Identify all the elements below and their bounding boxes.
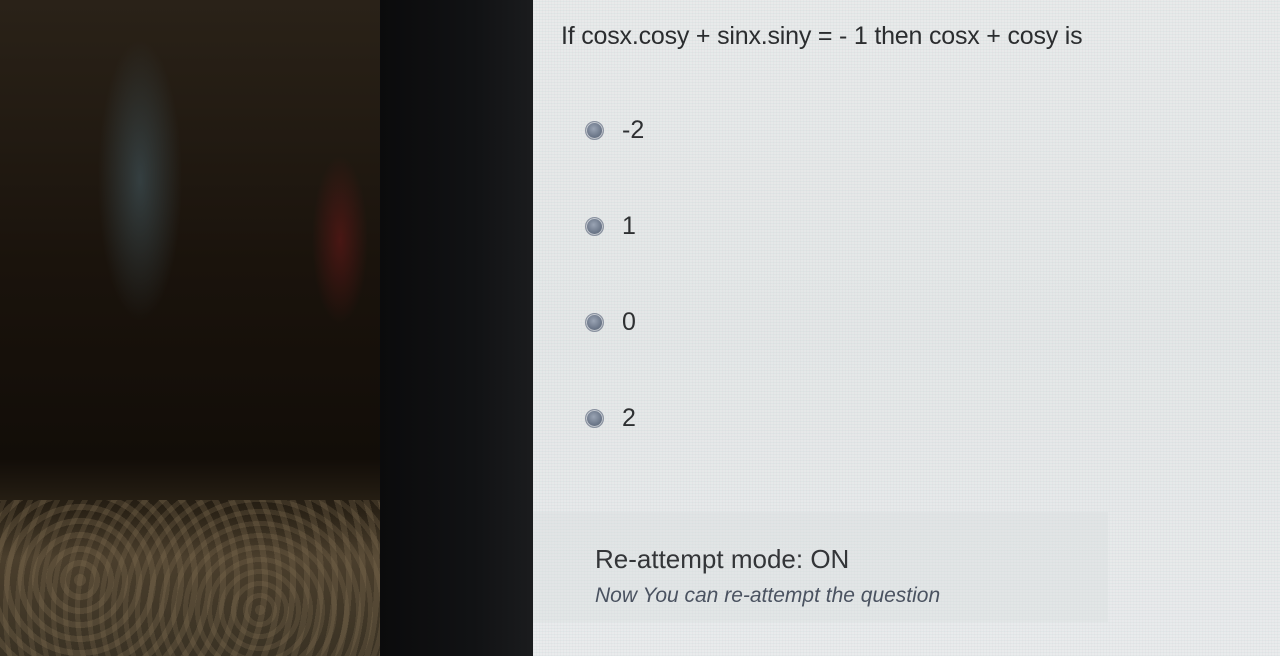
radio-button[interactable] [585, 408, 604, 428]
monitor-bezel [380, 0, 536, 656]
option-label: -2 [622, 115, 645, 144]
question-text: If cosx.cosy + sinx.siny = - 1 then cosx… [561, 22, 1083, 50]
option-2[interactable]: 2 [585, 402, 644, 434]
reattempt-panel: Re-attempt mode: ON Now You can re-attem… [533, 512, 1108, 622]
background-surroundings [0, 0, 390, 656]
option-label: 1 [622, 211, 636, 240]
option-label: 0 [622, 307, 636, 336]
answer-options: -2 1 0 2 [585, 114, 644, 498]
radio-button[interactable] [585, 216, 604, 236]
option-label: 2 [622, 403, 636, 432]
option-1[interactable]: 1 [585, 210, 644, 242]
quiz-screen: If cosx.cosy + sinx.siny = - 1 then cosx… [533, 0, 1280, 656]
radio-button[interactable] [585, 312, 604, 332]
option-minus-2[interactable]: -2 [585, 114, 644, 146]
option-0[interactable]: 0 [585, 306, 644, 338]
reattempt-mode-status: Re-attempt mode: ON [595, 544, 850, 574]
reattempt-hint: Now You can re-attempt the question [595, 584, 941, 607]
radio-button[interactable] [585, 120, 604, 140]
